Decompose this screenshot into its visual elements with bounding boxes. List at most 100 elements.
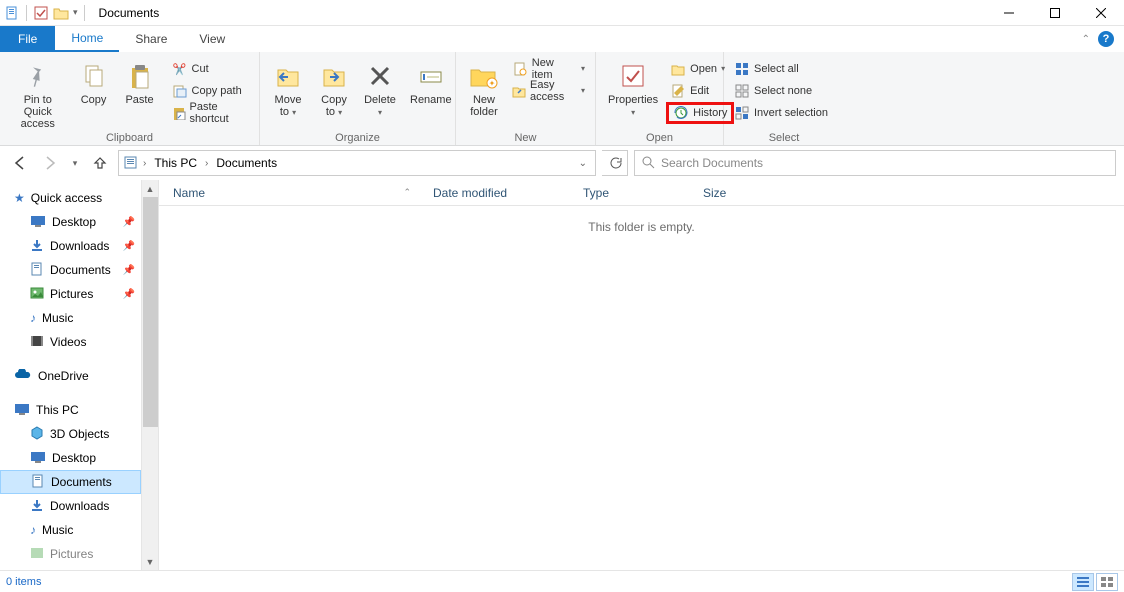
copy-icon bbox=[78, 60, 110, 92]
select-none-button[interactable]: Select none bbox=[730, 80, 832, 102]
tab-home[interactable]: Home bbox=[55, 26, 119, 52]
star-icon: ★ bbox=[14, 191, 25, 205]
up-button[interactable] bbox=[88, 151, 112, 175]
tree-downloads2[interactable]: Downloads bbox=[0, 494, 141, 518]
pin-icon: 📌 bbox=[123, 241, 135, 252]
search-input[interactable]: Search Documents bbox=[634, 150, 1116, 176]
paste-shortcut-button[interactable]: Paste shortcut bbox=[168, 102, 253, 124]
column-size[interactable]: Size bbox=[689, 186, 769, 200]
select-all-button[interactable]: Select all bbox=[730, 58, 832, 80]
copy-path-icon bbox=[172, 83, 188, 99]
tree-desktop2[interactable]: Desktop bbox=[0, 446, 141, 470]
rename-button[interactable]: Rename bbox=[404, 58, 458, 108]
search-icon bbox=[641, 155, 655, 172]
onedrive-icon bbox=[14, 369, 32, 384]
pictures-icon bbox=[30, 287, 44, 302]
copy-button[interactable]: Copy bbox=[72, 58, 116, 108]
music-icon: ♪ bbox=[30, 523, 36, 537]
forward-button[interactable] bbox=[38, 151, 62, 175]
open-icon bbox=[670, 61, 686, 77]
tab-view[interactable]: View bbox=[183, 26, 241, 52]
item-count: 0 items bbox=[6, 576, 41, 588]
easy-access-button[interactable]: Easy access ▾ bbox=[508, 80, 589, 102]
tree-this-pc[interactable]: This PC bbox=[0, 398, 141, 422]
tree-documents2[interactable]: Documents bbox=[0, 470, 141, 494]
tab-share[interactable]: Share bbox=[119, 26, 183, 52]
tree-3d-objects[interactable]: 3D Objects bbox=[0, 422, 141, 446]
tree-pictures2[interactable]: Pictures bbox=[0, 542, 141, 566]
content-pane: Name⌃ Date modified Type Size This folde… bbox=[158, 180, 1124, 570]
collapse-ribbon-button[interactable]: ⌃ bbox=[1082, 34, 1090, 45]
group-label-new: New bbox=[456, 132, 595, 144]
paste-button[interactable]: Paste bbox=[118, 58, 162, 108]
tree-music2[interactable]: ♪Music bbox=[0, 518, 141, 542]
videos-icon bbox=[30, 335, 44, 350]
large-icons-view-button[interactable] bbox=[1096, 573, 1118, 591]
tree-quick-access[interactable]: ★Quick access bbox=[0, 186, 141, 210]
navigation-bar: ▾ › This PC › Documents ⌄ Search Documen… bbox=[0, 146, 1124, 180]
details-view-button[interactable] bbox=[1072, 573, 1094, 591]
group-label-organize: Organize bbox=[260, 132, 455, 144]
cut-button[interactable]: ✂️Cut bbox=[168, 58, 253, 80]
back-button[interactable] bbox=[8, 151, 32, 175]
scroll-down-arrow[interactable]: ▼ bbox=[142, 553, 158, 570]
qat-folder-icon[interactable] bbox=[53, 5, 69, 21]
close-button[interactable] bbox=[1078, 0, 1124, 26]
search-placeholder: Search Documents bbox=[661, 156, 763, 170]
pin-icon: 📌 bbox=[123, 289, 135, 300]
recent-locations-button[interactable]: ▾ bbox=[68, 151, 82, 175]
downloads-icon bbox=[30, 238, 44, 255]
refresh-button[interactable] bbox=[602, 150, 628, 176]
delete-button[interactable]: Delete▾ bbox=[358, 58, 402, 121]
properties-button[interactable]: Properties▾ bbox=[602, 58, 664, 121]
group-label-clipboard: Clipboard bbox=[0, 132, 259, 144]
pin-to-quick-access-button[interactable]: Pin to Quickaccess bbox=[6, 58, 70, 132]
tree-pictures[interactable]: Pictures📌 bbox=[0, 282, 141, 306]
tree-scrollbar[interactable]: ▲ ▼ bbox=[141, 180, 158, 570]
scroll-thumb[interactable] bbox=[143, 197, 158, 427]
tree-documents[interactable]: Documents📌 bbox=[0, 258, 141, 282]
address-dropdown[interactable]: ⌄ bbox=[579, 158, 587, 169]
minimize-button[interactable] bbox=[986, 0, 1032, 26]
titlebar: ▾ Documents bbox=[0, 0, 1124, 26]
tree-downloads[interactable]: Downloads📌 bbox=[0, 234, 141, 258]
tree-music[interactable]: ♪Music bbox=[0, 306, 141, 330]
tree-videos[interactable]: Videos bbox=[0, 330, 141, 354]
maximize-button[interactable] bbox=[1032, 0, 1078, 26]
qat-dropdown-caret[interactable]: ▾ bbox=[73, 7, 78, 18]
copy-path-button[interactable]: Copy path bbox=[168, 80, 253, 102]
downloads-icon bbox=[30, 498, 44, 515]
breadcrumb-chevron[interactable]: › bbox=[205, 158, 208, 169]
move-to-button[interactable]: Moveto ▾ bbox=[266, 58, 310, 121]
edit-icon bbox=[670, 83, 686, 99]
new-item-button[interactable]: New item ▾ bbox=[508, 58, 589, 80]
desktop-icon bbox=[30, 451, 46, 466]
tree-desktop[interactable]: Desktop📌 bbox=[0, 210, 141, 234]
this-pc-icon bbox=[14, 403, 30, 418]
pin-icon bbox=[22, 60, 54, 92]
invert-selection-button[interactable]: Invert selection bbox=[730, 102, 832, 124]
move-to-icon bbox=[272, 60, 304, 92]
qat-file-icon[interactable] bbox=[4, 5, 20, 21]
qat-properties-icon[interactable] bbox=[33, 5, 49, 21]
column-type[interactable]: Type bbox=[569, 186, 689, 200]
new-folder-button[interactable]: ✦ Newfolder bbox=[462, 58, 506, 120]
scroll-up-arrow[interactable]: ▲ bbox=[142, 180, 158, 197]
address-bar[interactable]: › This PC › Documents ⌄ bbox=[118, 150, 596, 176]
tree-onedrive[interactable]: OneDrive bbox=[0, 364, 141, 388]
breadcrumb-chevron[interactable]: › bbox=[143, 158, 146, 169]
breadcrumb-this-pc[interactable]: This PC bbox=[150, 156, 201, 170]
column-name[interactable]: Name⌃ bbox=[159, 186, 419, 200]
column-date[interactable]: Date modified bbox=[419, 186, 569, 200]
navigation-pane: ★Quick access Desktop📌 Downloads📌 Docume… bbox=[0, 180, 158, 570]
music-icon: ♪ bbox=[30, 311, 36, 325]
help-button[interactable]: ? bbox=[1098, 31, 1114, 47]
select-all-icon bbox=[734, 61, 750, 77]
invert-selection-icon bbox=[734, 105, 750, 121]
tab-file[interactable]: File bbox=[0, 26, 55, 52]
desktop-icon bbox=[30, 215, 46, 230]
breadcrumb-documents[interactable]: Documents bbox=[212, 156, 281, 170]
group-label-open: Open bbox=[596, 132, 723, 144]
copy-to-button[interactable]: Copyto ▾ bbox=[312, 58, 356, 121]
ribbon-tabs: File Home Share View ⌃ ? bbox=[0, 26, 1124, 52]
